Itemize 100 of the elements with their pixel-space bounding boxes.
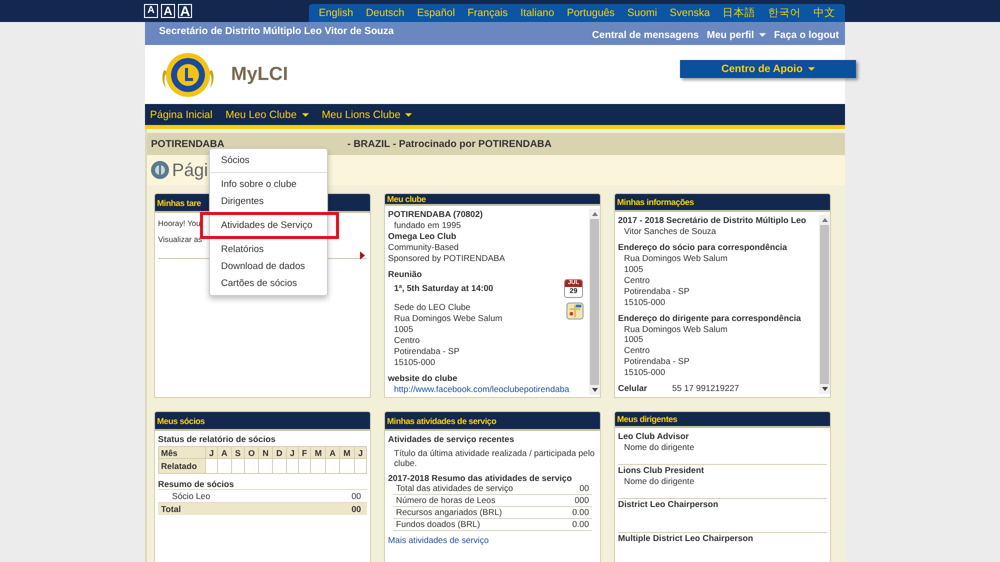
address-line: Rua Domingos Web Salum [623, 253, 728, 264]
language-link[interactable]: Italiano [514, 7, 561, 19]
address-line: 15105-000 [393, 356, 436, 368]
menu-item[interactable]: Info sobre o clube [210, 176, 327, 193]
address-line: Rua Domingos Web Salum [623, 324, 728, 334]
activity-stat-value: 0.00 [572, 507, 589, 518]
panel-title: Meu clube [387, 194, 426, 204]
section-label: Resumo de sócios [158, 479, 235, 489]
activity-stat-value: 0.00 [572, 519, 589, 530]
address-line: 1005 [623, 264, 644, 275]
club-detail: Sponsored by POTIRENDABA [388, 252, 506, 264]
address-line: Rua Domingos Webe Salum [393, 313, 502, 324]
menu-item[interactable]: Atividades de Serviço [210, 217, 327, 234]
founded-text: fundado em 1995 [393, 220, 462, 231]
activity-stat-label: Total das atividades de serviço [396, 483, 514, 494]
menu-item[interactable]: Dirigentes [210, 193, 327, 210]
officer-role: Multiple District Leo Chairperson [618, 533, 754, 544]
text-size-button[interactable]: A [144, 4, 158, 18]
text-size-button[interactable]: A [161, 4, 175, 18]
menu-item[interactable]: Download de dados [210, 258, 327, 275]
recent-activity-text: Título da última atividade realizada / participada pelo clube. [393, 448, 596, 468]
address-line: 1005 [393, 324, 414, 336]
section-label: Status de relatório de sócios [158, 434, 276, 444]
emblem-icon [150, 160, 170, 180]
support-center-button[interactable]: Centro de Apoio [680, 60, 856, 78]
month-header: A [218, 446, 232, 458]
total-value: 00 [351, 504, 361, 514]
website-link[interactable]: http://www.facebook.com/leoclubepotirendaba [388, 384, 589, 395]
scroll-up-icon[interactable] [592, 212, 598, 216]
table-header: Relatado [158, 458, 206, 474]
language-link[interactable]: Français [461, 7, 514, 19]
panel-title: Meus sócios [157, 416, 205, 426]
activity-stat-label: Recursos angariados (BRL) [396, 507, 502, 518]
person-name: Vitor Sanches de Souza [623, 226, 718, 238]
user-title: Secretário de Distrito Múltiplo Leo Vitor de Souza [158, 25, 394, 39]
activity-stat-value: 00 [579, 483, 589, 494]
address-line: Centro [623, 274, 651, 286]
summary-value: 00 [351, 491, 361, 501]
month-header: J [286, 446, 298, 458]
text-size-button[interactable]: A [178, 4, 192, 18]
phone-label: Celular [618, 383, 648, 394]
month-header: O [244, 446, 259, 458]
scroll-up-icon[interactable] [822, 218, 828, 222]
month-header: N [258, 446, 272, 458]
user-link[interactable]: Meu perfil [706, 30, 766, 45]
club-info: - BRAZIL - Patrocinado por POTIRENDABA [347, 138, 552, 150]
language-link[interactable]: 中文 [807, 6, 842, 20]
address-line: Centro [393, 335, 421, 346]
map-icon[interactable] [566, 302, 584, 320]
menu-item[interactable]: Cartões de sócios [210, 275, 327, 292]
language-link[interactable]: Svenska [663, 7, 716, 19]
scroll-down-icon[interactable] [822, 387, 828, 391]
language-link[interactable]: 한국어 [762, 6, 808, 20]
address-line: Potirendaba - SP [623, 356, 690, 368]
language-link[interactable]: Português [560, 7, 621, 19]
month-header: M [339, 446, 354, 458]
language-link[interactable]: Suomi [620, 7, 664, 19]
address-label: Endereço do dirigente para correspondência [618, 312, 802, 324]
officer-role: Lions Club President [618, 465, 705, 476]
activity-stat-label: Número de horas de Leos [396, 495, 496, 506]
arrow-right-icon[interactable] [360, 251, 365, 260]
club-id: POTIRENDABA (70802) [388, 209, 484, 220]
language-link[interactable]: English [312, 7, 360, 19]
scrollbar[interactable] [589, 209, 600, 395]
nav-item[interactable]: Página Inicial [150, 108, 212, 120]
language-link[interactable]: Español [410, 7, 462, 19]
address-line: Sede do LEO Clube [393, 302, 472, 314]
month-header: F [298, 446, 311, 458]
month-header: D [272, 446, 286, 458]
officer-role: District Leo Chairperson [618, 499, 720, 510]
address-line: Centro [623, 345, 651, 356]
panel-title: Minhas atividades de serviço [387, 416, 496, 426]
phone-number: 55 17 991219227 [672, 383, 740, 394]
month-header: A [326, 446, 340, 458]
user-link[interactable]: Faça o logout [774, 30, 839, 45]
menu-item[interactable]: Relatórios [210, 241, 327, 258]
club-detail: Community-Based [388, 242, 460, 253]
role-text: 2017 - 2018 Secretário de Distrito Múltiplo Leo [618, 215, 808, 226]
scrollbar[interactable] [819, 215, 830, 394]
nav-item[interactable]: Meu Lions Clube [322, 108, 412, 120]
month-header: S [231, 446, 244, 458]
month-header: M [310, 446, 326, 458]
nav-item[interactable]: Meu Leo Clube [225, 108, 309, 120]
club-type: Omega Leo Club [388, 230, 458, 242]
activity-stat-label: Fundos doados (BRL) [396, 519, 480, 530]
user-link[interactable]: Central de mensagens [592, 30, 699, 45]
meeting-label: Reunião [388, 268, 423, 280]
menu-item[interactable]: Sócios [210, 152, 327, 169]
more-activities-link[interactable]: Mais atividades de serviço [388, 535, 597, 545]
address-line: Potirendaba - SP [393, 346, 460, 357]
club-name: POTIRENDABA [151, 138, 224, 150]
table-header: Mês [158, 446, 206, 458]
officer-name: Nome do dirigente [623, 476, 696, 487]
scroll-down-icon[interactable] [592, 388, 598, 392]
address-line: 1005 [623, 334, 644, 346]
panel-title: Minhas tare [157, 198, 201, 208]
summary-label: Sócio Leo [171, 491, 210, 501]
app-title: MyLCI [231, 64, 288, 86]
language-link[interactable]: Deutsch [360, 7, 411, 19]
language-link[interactable]: 日本語 [716, 6, 762, 20]
